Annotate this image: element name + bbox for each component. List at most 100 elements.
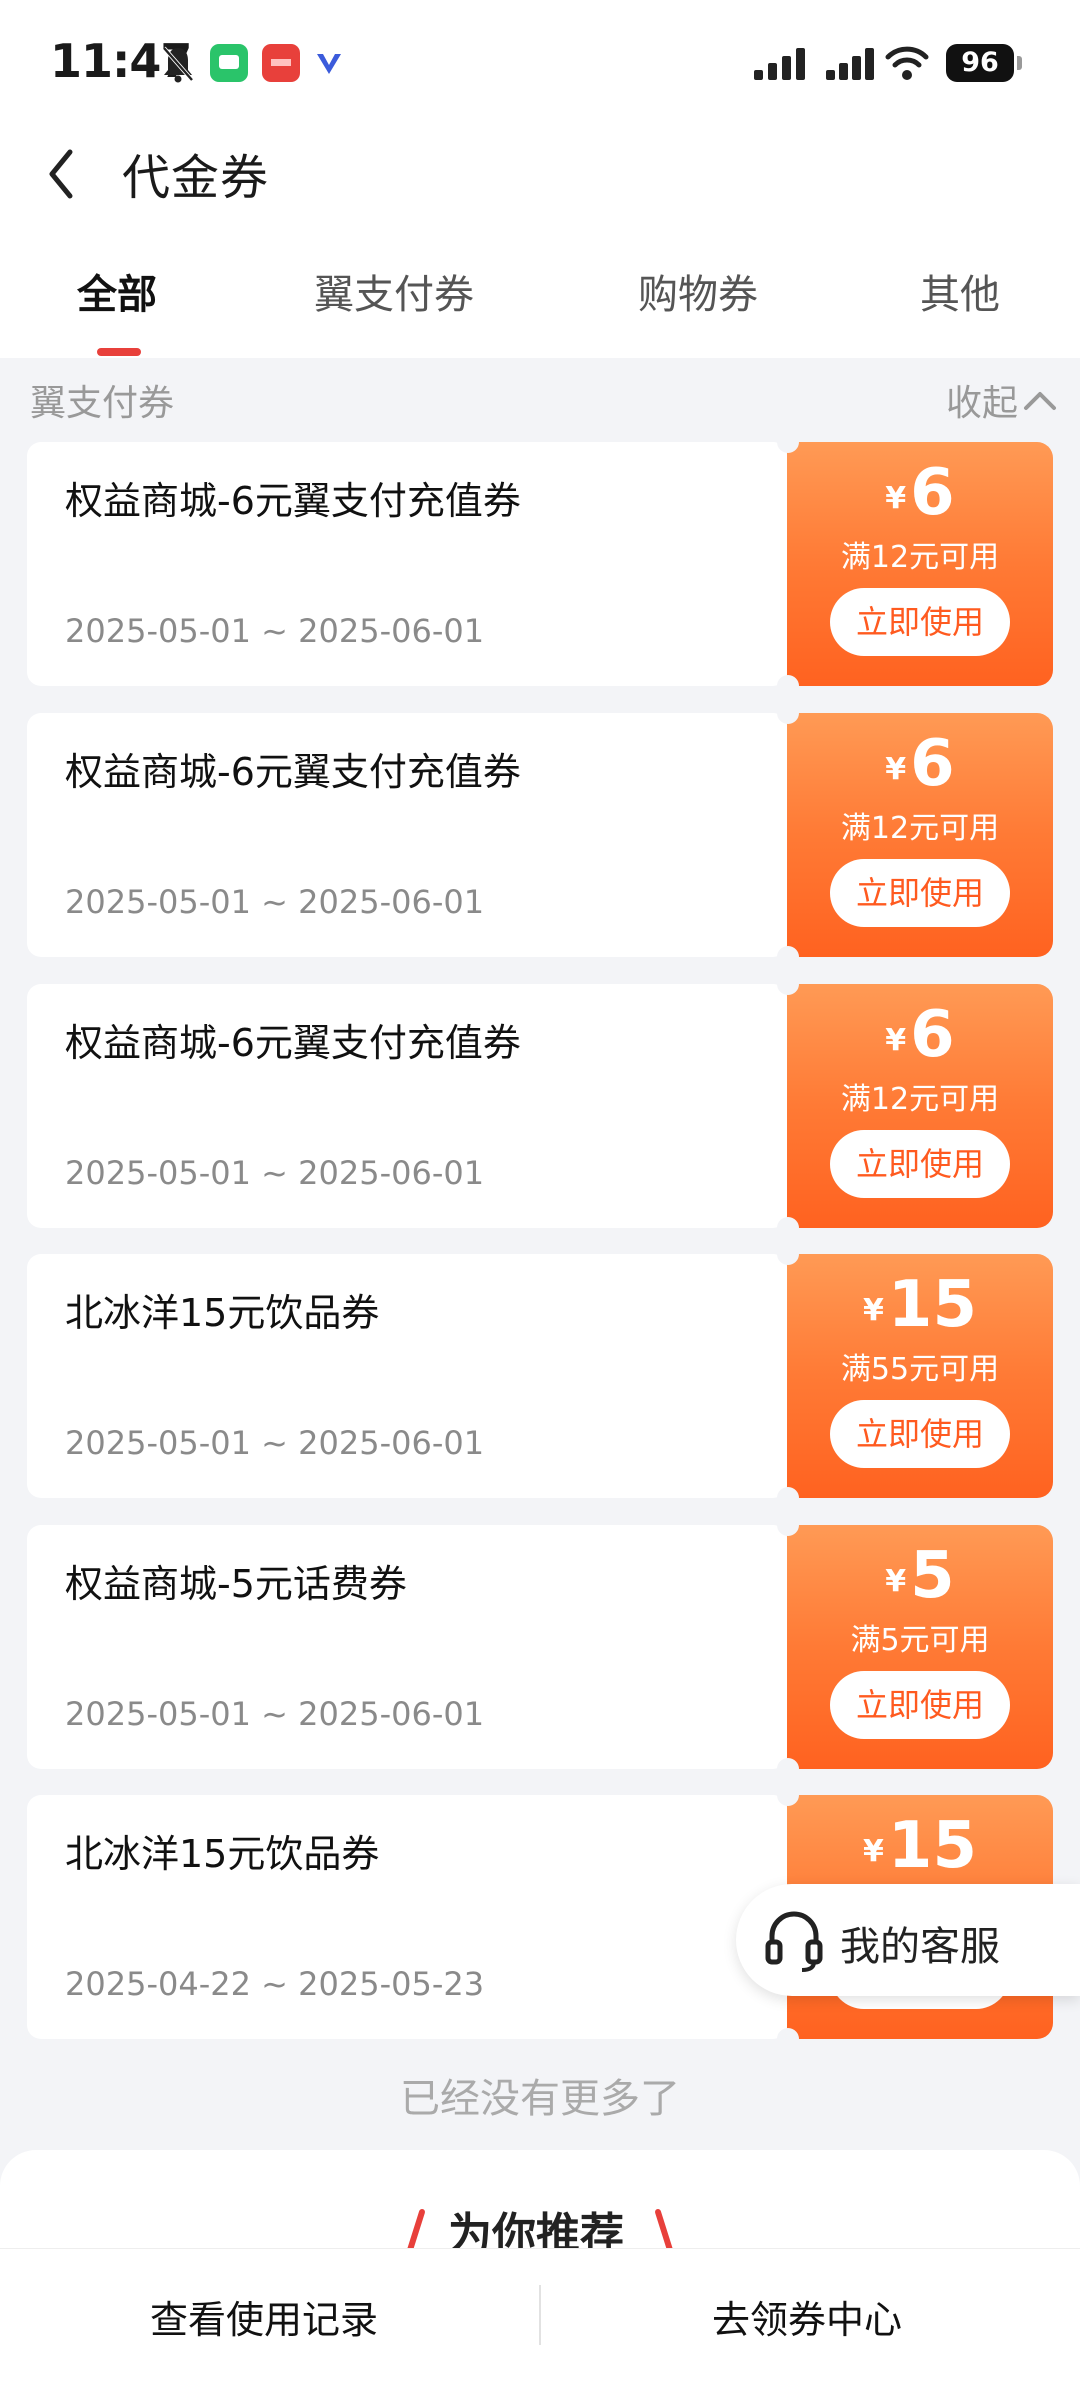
coupon-threshold: 满12元可用 [840,811,1000,846]
coupon-threshold: 满55元可用 [840,1352,1000,1387]
coupon-title: 权益商城-6元翼支付充值券 [65,1021,521,1065]
customer-service-label: 我的客服 [840,1924,1000,1970]
coupon-title: 权益商城-6元翼支付充值券 [65,750,521,794]
coupon-value-panel: ¥6 满12元可用 立即使用 [787,984,1053,1228]
coupon-notch [777,1487,799,1509]
battery-level: 96 [946,44,1014,82]
end-of-list-text: 已经没有更多了 [400,2076,680,2122]
coupon-amount: ¥6 [787,998,1053,1072]
page-title: 代金券 [122,150,270,206]
bottom-action-bar: 查看使用记录 去领券中心 [0,2248,1080,2400]
payment-app-icon [262,44,300,82]
use-now-button[interactable]: 立即使用 [830,1671,1010,1739]
coupon-info: 权益商城-6元翼支付充值券 2025-05-01 ~ 2025-06-01 [27,984,787,1228]
coupon-value-panel: ¥15 满55元可用 立即使用 [787,1254,1053,1498]
coupon-value-panel: ¥6 满12元可用 立即使用 [787,442,1053,686]
coupon-amount: ¥15 [787,1268,1053,1342]
use-now-button[interactable]: 立即使用 [830,1400,1010,1468]
header: 代金券 [0,120,1080,230]
cellular-signal-2-icon [826,48,874,80]
amount-value: 6 [910,727,955,801]
bottom-bar-divider [539,2285,541,2345]
coupon-notch [777,1784,799,1806]
use-now-button[interactable]: 立即使用 [830,859,1010,927]
coupon-notch [777,675,799,697]
coupon-date-range: 2025-05-01 ~ 2025-06-01 [65,1695,485,1733]
amount-value: 6 [910,998,955,1072]
coupon-card[interactable]: 权益商城-5元话费券 2025-05-01 ~ 2025-06-01 ¥5 满5… [27,1514,1053,1780]
coupon-info: 权益商城-6元翼支付充值券 2025-05-01 ~ 2025-06-01 [27,442,787,686]
bell-muted-icon [162,46,194,83]
coupon-value-panel: ¥5 满5元可用 立即使用 [787,1525,1053,1769]
coupon-amount: ¥5 [787,1539,1053,1613]
message-app-icon [210,44,248,82]
coupon-amount: ¥15 [787,1809,1053,1883]
coupon-notch [777,1217,799,1239]
cellular-signal-icon [754,48,805,80]
coupon-value-panel: ¥6 满12元可用 立即使用 [787,713,1053,957]
coupon-card[interactable]: 权益商城-6元翼支付充值券 2025-05-01 ~ 2025-06-01 ¥6… [27,702,1053,968]
coupon-notch [777,946,799,968]
tab-shopping[interactable]: 购物券 [638,262,758,320]
tab-bar: 全部 翼支付券 购物券 其他 [0,230,1080,358]
coupon-notch [777,431,799,453]
coupon-card[interactable]: 北冰洋15元饮品券 2025-05-01 ~ 2025-06-01 ¥15 满5… [27,1243,1053,1509]
coupon-info: 权益商城-6元翼支付充值券 2025-05-01 ~ 2025-06-01 [27,713,787,957]
chevron-up-icon[interactable] [1022,386,1058,414]
wifi-icon [885,46,929,80]
coupon-title: 北冰洋15元饮品券 [65,1832,380,1876]
currency-symbol: ¥ [863,1834,884,1869]
coupon-card[interactable]: 权益商城-6元翼支付充值券 2025-05-01 ~ 2025-06-01 ¥6… [27,973,1053,1239]
headset-icon [765,1911,823,1972]
use-now-button[interactable]: 立即使用 [830,588,1010,656]
coupon-notch [777,702,799,724]
battery-tip [1017,56,1022,70]
collapse-button[interactable]: 收起 [946,374,1018,426]
coupon-title: 北冰洋15元饮品券 [65,1291,380,1335]
coupon-info: 北冰洋15元饮品券 2025-05-01 ~ 2025-06-01 [27,1254,787,1498]
section-header: 翼支付券 收起 [0,358,1080,438]
vpn-icon [317,54,341,74]
coupon-threshold: 满12元可用 [840,540,1000,575]
currency-symbol: ¥ [885,1564,907,1599]
coupon-notch [777,1243,799,1265]
tab-all[interactable]: 全部 [77,262,157,320]
coupon-card[interactable]: 权益商城-6元翼支付充值券 2025-05-01 ~ 2025-06-01 ¥6… [27,431,1053,697]
coupon-info: 北冰洋15元饮品券 2025-04-22 ~ 2025-05-23 [27,1795,787,2039]
customer-service-button[interactable]: 我的客服 [736,1884,1080,1996]
section-title: 翼支付券 [30,383,175,424]
coupon-title: 权益商城-6元翼支付充值券 [65,479,521,523]
coupon-notch [777,1514,799,1536]
currency-symbol: ¥ [863,1293,884,1328]
screen: 11:47 96 代金券 全部 翼支付券 购物券 其他 翼支付券 收起 权益商城… [0,0,1080,2400]
use-now-button[interactable]: 立即使用 [830,1130,1010,1198]
coupon-amount: ¥6 [787,727,1053,801]
coupon-center-button[interactable]: 去领券中心 [712,2289,902,2344]
amount-value: 5 [910,1539,955,1613]
currency-symbol: ¥ [885,1023,907,1058]
coupon-date-range: 2025-05-01 ~ 2025-06-01 [65,1424,485,1462]
view-usage-records-button[interactable]: 查看使用记录 [150,2289,378,2344]
status-bar: 11:47 96 [0,0,1080,120]
coupon-threshold: 满12元可用 [840,1082,1000,1117]
amount-value: 15 [887,1268,977,1342]
amount-value: 15 [887,1809,977,1883]
coupon-notch [777,2028,799,2050]
tab-other[interactable]: 其他 [920,262,1000,320]
coupon-title: 权益商城-5元话费券 [65,1562,407,1606]
coupon-date-range: 2025-05-01 ~ 2025-06-01 [65,612,485,650]
back-arrow-icon[interactable] [40,144,84,204]
tab-wing-pay[interactable]: 翼支付券 [314,262,474,320]
coupon-date-range: 2025-04-22 ~ 2025-05-23 [65,1965,485,2003]
amount-value: 6 [910,456,955,530]
coupon-date-range: 2025-05-01 ~ 2025-06-01 [65,1154,485,1192]
coupon-info: 权益商城-5元话费券 2025-05-01 ~ 2025-06-01 [27,1525,787,1769]
currency-symbol: ¥ [885,481,907,516]
coupon-threshold: 满5元可用 [850,1623,990,1658]
coupon-amount: ¥6 [787,456,1053,530]
currency-symbol: ¥ [885,752,907,787]
coupon-date-range: 2025-05-01 ~ 2025-06-01 [65,883,485,921]
coupon-notch [777,973,799,995]
coupon-notch [777,1758,799,1780]
active-tab-indicator [97,348,141,356]
